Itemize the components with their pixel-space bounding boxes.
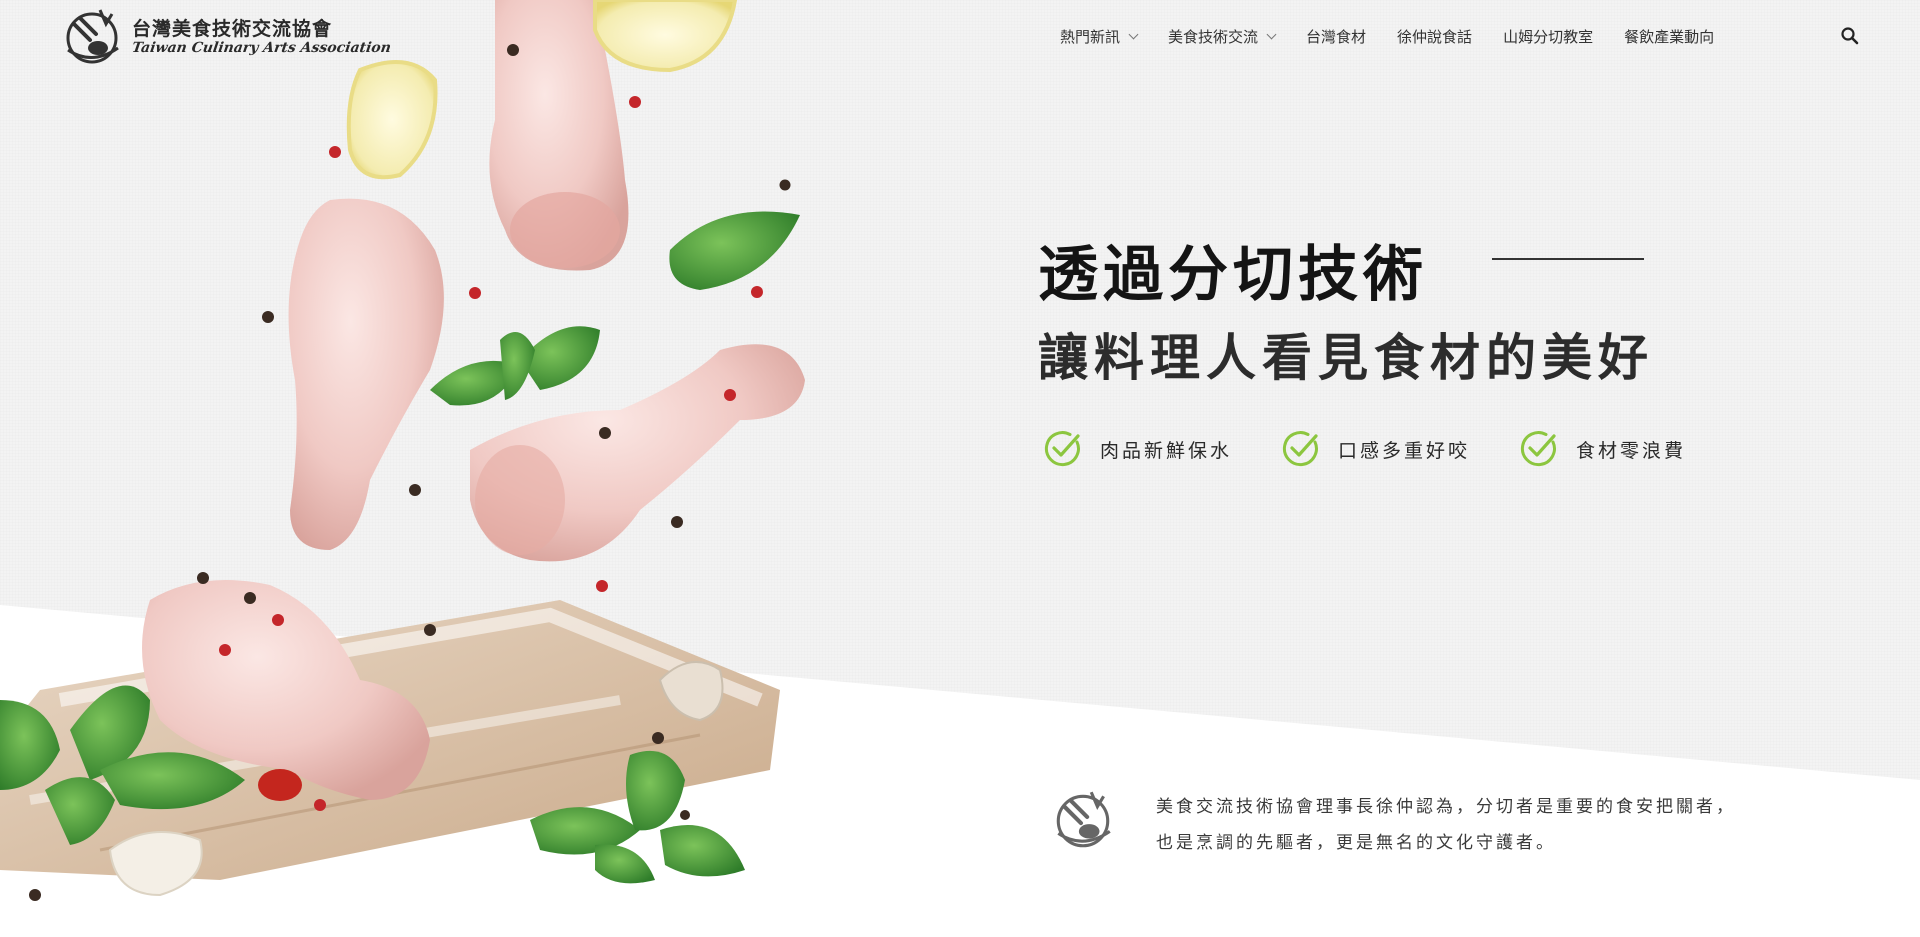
feature-label: 口感多重好咬 (1338, 439, 1471, 462)
nav-item-hot-news[interactable]: 熱門新訊 (1060, 26, 1139, 47)
logo-subtitle: Taiwan Culinary Arts Association (130, 40, 393, 56)
feature-item: 口感多重好咬 (1282, 430, 1470, 468)
nav-item-industry-trends[interactable]: 餐飲產業動向 (1624, 26, 1714, 47)
feature-list: 肉品新鮮保水 口感多重好咬 食材零浪費 (1044, 430, 1736, 468)
site-header: 台灣美食技術交流協會 Taiwan Culinary Arts Associat… (0, 0, 1920, 74)
food-illustration (0, 0, 805, 901)
nav-item-label: 美食技術交流 (1168, 28, 1259, 46)
hero-title: 透過分切技術 (1038, 240, 1428, 310)
main-nav: 熱門新訊 美食技術交流 台灣食材 徐仲說食話 山姆分切教室 餐飲產業動向 (1060, 26, 1745, 47)
check-icon (1520, 431, 1556, 467)
hero-subtitle: 讓料理人看見食材的美好 (1038, 329, 1654, 387)
chicken-drumstick (288, 198, 444, 551)
nav-item-label: 徐仲說食話 (1397, 28, 1473, 46)
feature-label: 食材零浪費 (1576, 439, 1687, 462)
search-button[interactable] (1840, 26, 1860, 46)
nav-item-label: 台灣食材 (1306, 28, 1367, 46)
feature-item: 食材零浪費 (1520, 430, 1686, 468)
quote-text-line: 美食交流技術協會理事長徐仲認為，分切者是重要的食安把關者， (1156, 797, 1736, 817)
hero-title-divider (1492, 258, 1644, 260)
chevron-down-icon (1266, 29, 1277, 40)
chevron-down-icon (1128, 29, 1139, 40)
nav-item-sam-butchery-class[interactable]: 山姆分切教室 (1503, 26, 1593, 47)
association-emblem-icon (1056, 791, 1111, 848)
nav-item-taiwan-ingredients[interactable]: 台灣食材 (1306, 26, 1366, 47)
search-icon (1841, 27, 1859, 45)
check-icon (1282, 431, 1318, 467)
nav-item-xu-zhong-talks[interactable]: 徐仲說食話 (1397, 26, 1472, 47)
nav-item-label: 山姆分切教室 (1503, 28, 1594, 46)
feature-label: 肉品新鮮保水 (1100, 439, 1233, 462)
site-logo[interactable]: 台灣美食技術交流協會 Taiwan Culinary Arts Associat… (60, 4, 392, 70)
nav-item-culinary-exchange[interactable]: 美食技術交流 (1168, 26, 1277, 47)
nav-item-label: 熱門新訊 (1060, 28, 1121, 46)
logo-title: 台灣美食技術交流協會 (132, 18, 333, 40)
nav-item-label: 餐飲產業動向 (1624, 28, 1715, 46)
feature-item: 肉品新鮮保水 (1044, 430, 1232, 468)
check-icon (1044, 431, 1080, 467)
logo-emblem-icon (66, 9, 119, 64)
chili-pepper (258, 769, 302, 801)
page: 台灣美食技術交流協會 Taiwan Culinary Arts Associat… (0, 0, 1920, 937)
quote-text-line: 也是烹調的先驅者，更是無名的文化守護者。 (1156, 833, 1556, 853)
